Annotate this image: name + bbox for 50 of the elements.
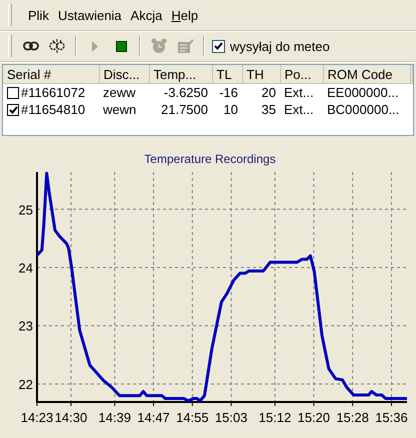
x-tick-label: 14:55 bbox=[176, 410, 209, 425]
table-cell: #11654810 bbox=[21, 102, 86, 117]
y-tick-label: 23 bbox=[18, 318, 33, 334]
table-cell: -16 bbox=[219, 85, 238, 100]
table-cell: EE000000... bbox=[327, 85, 399, 100]
x-tick-label: 14:47 bbox=[137, 410, 170, 425]
y-tick-label: 24 bbox=[18, 260, 33, 276]
table-cell: wewn bbox=[103, 102, 136, 117]
table-cell: #11661072 bbox=[21, 85, 86, 100]
column-header[interactable]: Serial # bbox=[3, 65, 99, 84]
column-header[interactable]: TH bbox=[242, 65, 280, 84]
play-icon bbox=[92, 40, 98, 52]
column-header[interactable]: Disc... bbox=[99, 65, 149, 84]
table-cell: -3.6250 bbox=[164, 85, 208, 100]
column-header[interactable]: ROM Code bbox=[323, 65, 410, 84]
x-tick-label: 15:20 bbox=[298, 410, 330, 425]
y-tick-label: 25 bbox=[18, 202, 33, 218]
x-tick-label: 15:03 bbox=[214, 410, 248, 425]
checkbox[interactable] bbox=[212, 40, 225, 52]
x-tick-label: 14:39 bbox=[98, 410, 131, 425]
table-cell: 35 bbox=[262, 102, 276, 117]
x-tick-label: 15:36 bbox=[375, 410, 408, 425]
link-icon bbox=[23, 41, 39, 51]
y-tick-label: 22 bbox=[18, 376, 33, 392]
table-cell: 10 bbox=[224, 102, 238, 117]
x-tick-label: 14:23 bbox=[20, 410, 54, 425]
x-tick-label: 14:30 bbox=[54, 410, 88, 425]
stop-icon bbox=[116, 40, 126, 52]
table-cell: BC000000... bbox=[327, 102, 400, 117]
menu-item[interactable]: Akcja bbox=[126, 6, 166, 24]
table-cell: Ext... bbox=[284, 102, 314, 117]
table-cell: zeww bbox=[103, 85, 136, 100]
column-header[interactable]: TL bbox=[212, 65, 242, 84]
checkbox-label[interactable]: wysyłaj do meteo bbox=[230, 38, 330, 54]
x-tick-label: 15:12 bbox=[258, 410, 292, 425]
menu-item[interactable]: Plik bbox=[24, 6, 53, 24]
row-checkbox[interactable] bbox=[7, 104, 19, 116]
broken-link-icon bbox=[49, 39, 65, 53]
table-cell: 20 bbox=[262, 85, 276, 100]
row-checkbox[interactable] bbox=[7, 86, 19, 98]
menu-item[interactable]: Help bbox=[167, 6, 202, 24]
menu-item[interactable]: Ustawienia bbox=[54, 6, 126, 24]
notepad-pencil-icon bbox=[176, 38, 194, 54]
column-header[interactable]: Po... bbox=[280, 65, 323, 84]
alarm-clock-icon bbox=[151, 38, 167, 54]
table-cell: Ext... bbox=[284, 85, 314, 100]
chart-title: Temperature Recordings bbox=[144, 152, 276, 166]
table-cell: 21.7500 bbox=[161, 102, 208, 117]
column-header[interactable]: Temp... bbox=[149, 65, 212, 84]
x-tick-label: 15:28 bbox=[336, 410, 369, 425]
